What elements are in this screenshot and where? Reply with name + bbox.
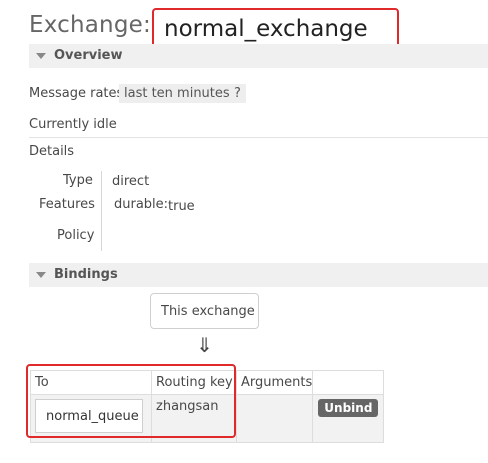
feature-durable-key: durable: [114, 197, 169, 212]
details-divider [101, 171, 102, 251]
page-title-prefix: Exchange: [29, 12, 151, 38]
feature-durable-value: true [168, 199, 195, 214]
rate-window-selector[interactable]: last ten minutes [119, 84, 235, 103]
type-value: direct [112, 174, 150, 189]
exchange-name: normal_exchange [164, 16, 368, 42]
binding-destination-cell: normal_queue [30, 394, 152, 443]
table-row: normal_queue zhangsan Unbind [30, 394, 385, 443]
collapse-triangle-icon [36, 53, 46, 59]
features-label: Features [39, 197, 95, 212]
actions-cell: Unbind [312, 394, 385, 443]
bindings-header-row: To Routing key Arguments [30, 370, 385, 395]
arguments-cell [235, 394, 314, 443]
message-rates-label: Message rates [29, 86, 124, 101]
type-label: Type [63, 173, 93, 188]
this-exchange-label: This exchange [161, 304, 255, 319]
column-header-to: To [30, 370, 152, 395]
bindings-table: To Routing key Arguments normal_queue zh… [30, 370, 385, 443]
queue-link[interactable]: normal_queue [35, 399, 143, 433]
overview-label: Overview [54, 48, 123, 63]
policy-label: Policy [57, 228, 95, 243]
status-text: Currently idle [29, 117, 117, 132]
details-label: Details [29, 144, 75, 159]
overview-section-header[interactable]: Overview [29, 44, 488, 68]
help-button[interactable]: ? [229, 84, 246, 103]
column-header-actions [312, 370, 385, 395]
collapse-triangle-icon [36, 272, 46, 278]
down-arrow-icon: ⇓ [196, 333, 213, 357]
routing-key-cell: zhangsan [151, 394, 237, 443]
bindings-label: Bindings [54, 267, 118, 282]
unbind-button[interactable]: Unbind [318, 399, 379, 417]
column-header-arguments: Arguments [235, 370, 314, 395]
divider [29, 137, 488, 138]
bindings-section-header[interactable]: Bindings [29, 263, 488, 287]
column-header-routing-key: Routing key [151, 370, 237, 395]
